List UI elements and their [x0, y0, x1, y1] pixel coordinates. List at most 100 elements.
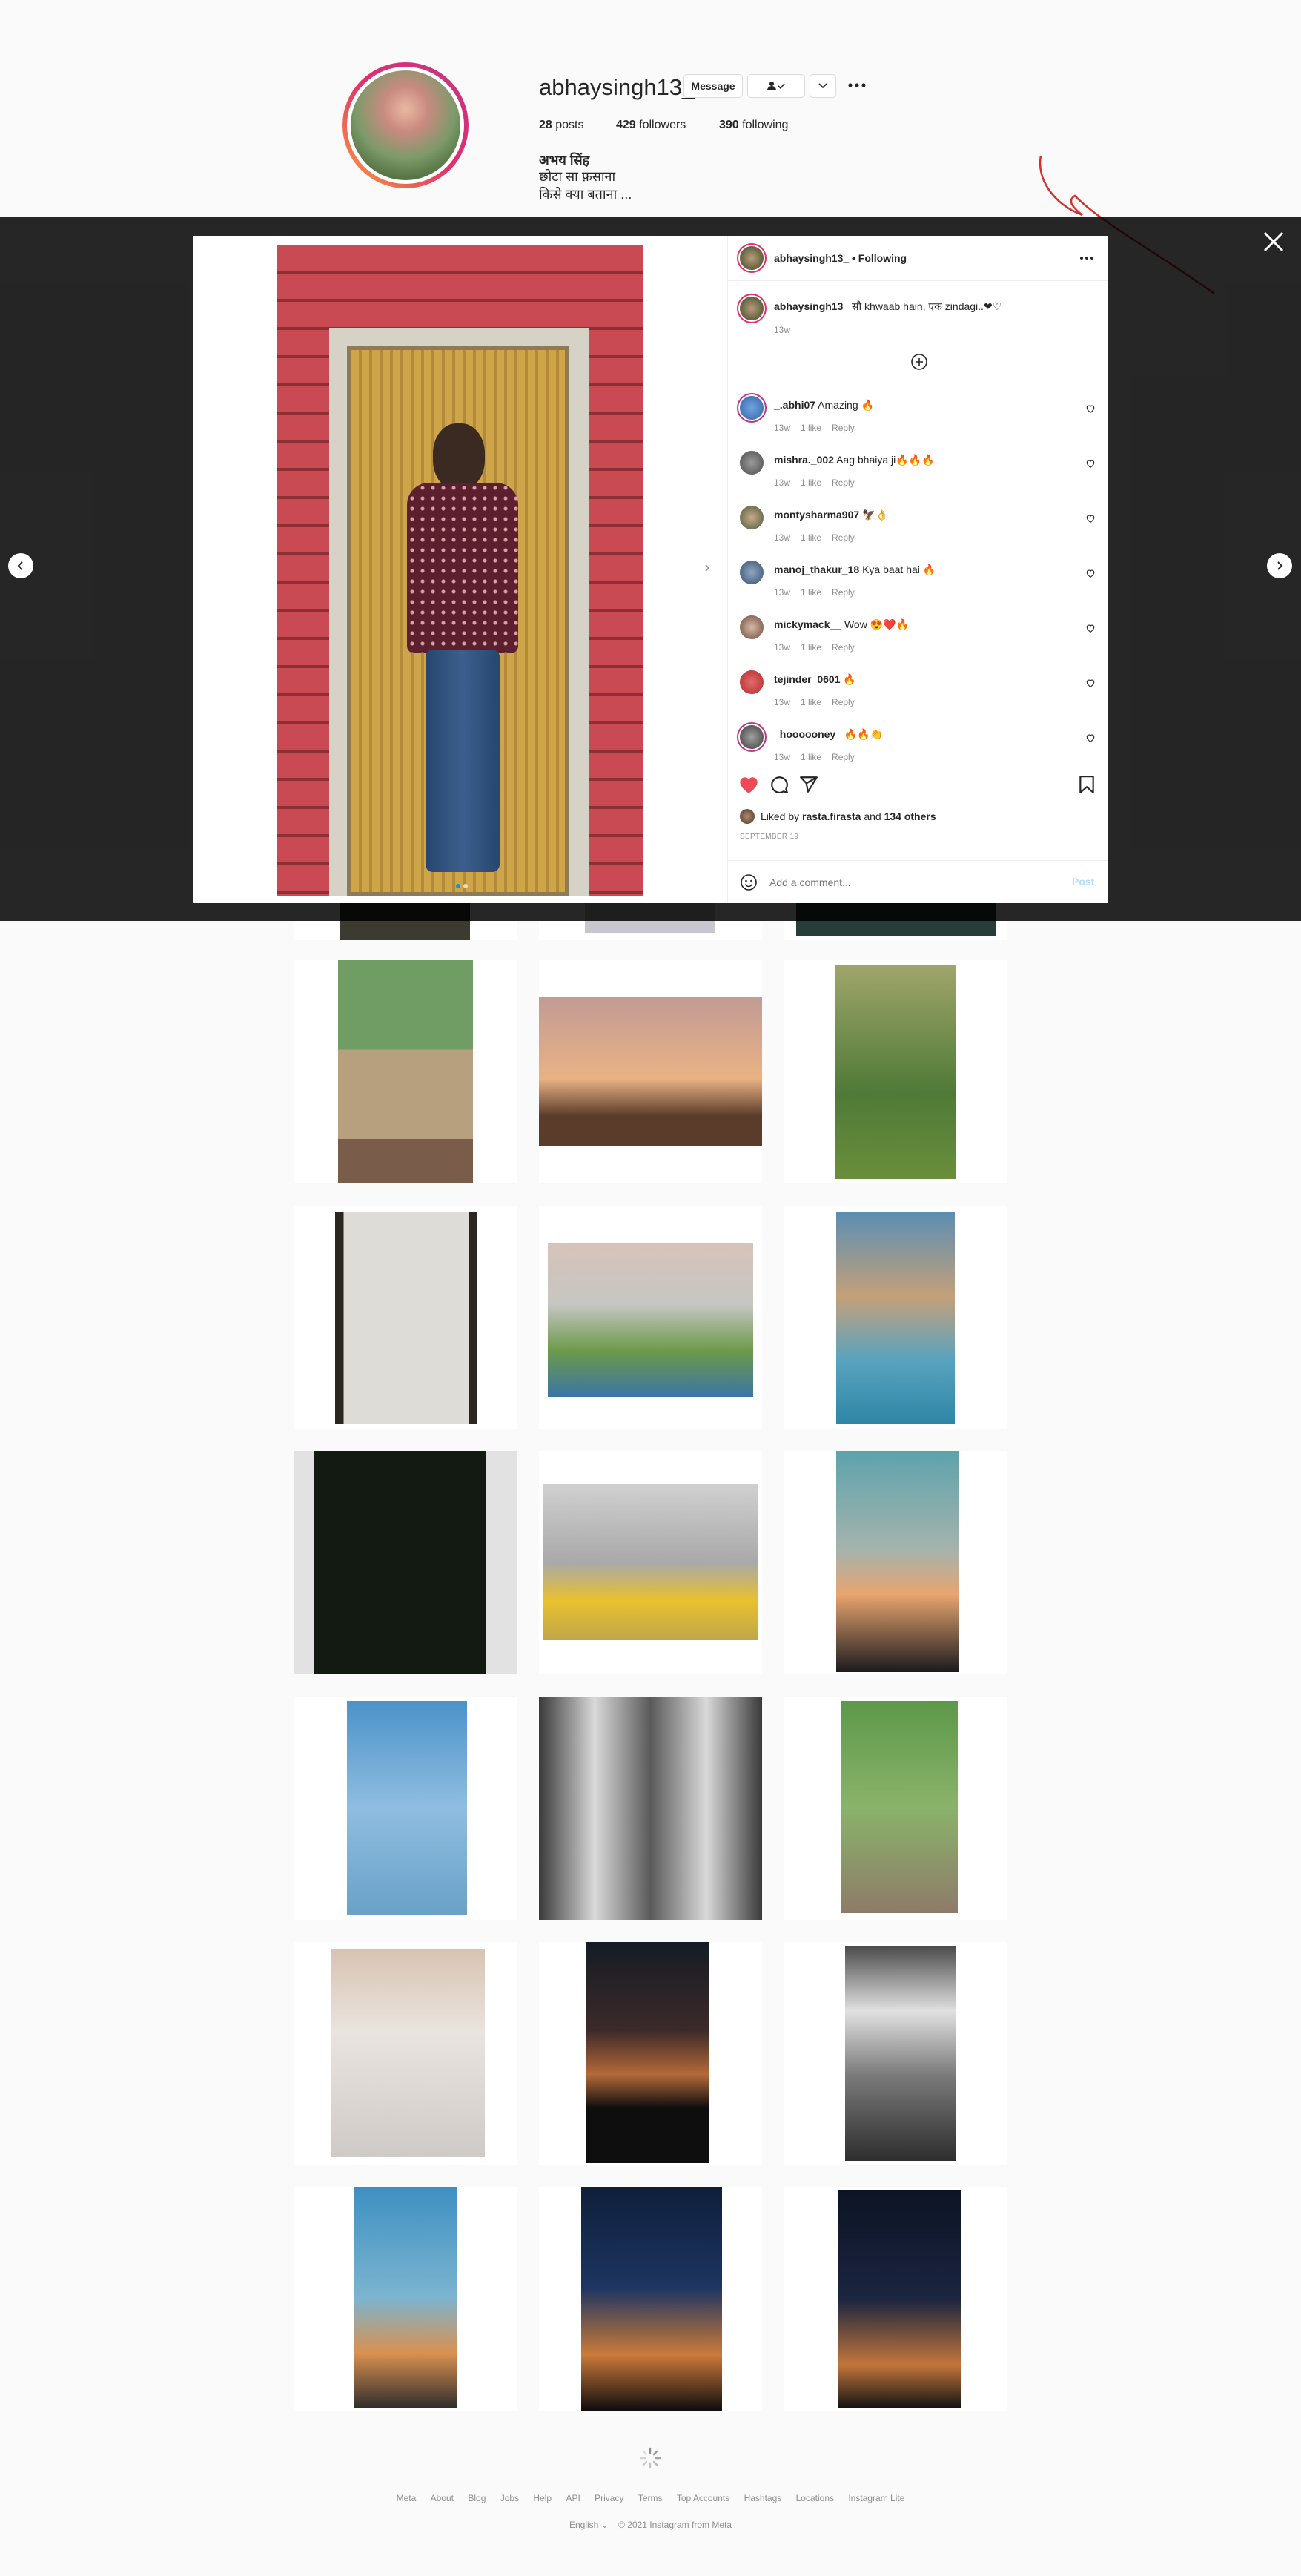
- comment-reply[interactable]: Reply: [832, 642, 855, 653]
- post-tile[interactable]: [294, 1942, 517, 2165]
- post-tile[interactable]: [539, 2187, 762, 2411]
- heart-icon[interactable]: [1085, 403, 1096, 414]
- footer-link[interactable]: Terms: [638, 2493, 663, 2503]
- author-avatar[interactable]: [740, 246, 764, 270]
- footer-link[interactable]: About: [431, 2493, 454, 2503]
- post-tile[interactable]: [294, 1451, 517, 1674]
- post-tile[interactable]: [784, 960, 1007, 1183]
- post-tile[interactable]: [294, 1206, 517, 1429]
- author-username[interactable]: abhaysingh13_: [774, 252, 849, 264]
- commenter-avatar[interactable]: [740, 451, 764, 475]
- carousel-next-button[interactable]: [698, 558, 717, 578]
- post-tile[interactable]: [539, 1451, 762, 1674]
- commenter-avatar[interactable]: [740, 615, 764, 639]
- comment-reply[interactable]: Reply: [832, 587, 855, 598]
- footer-link[interactable]: Instagram Lite: [848, 2493, 904, 2503]
- footer-link[interactable]: Meta: [397, 2493, 417, 2503]
- commenter-username[interactable]: tejinder_0601: [774, 673, 841, 685]
- post-tile[interactable]: [294, 2187, 517, 2411]
- emoji-icon[interactable]: [740, 873, 758, 891]
- liked-by-user[interactable]: rasta.firasta: [802, 810, 861, 822]
- caption-text: सौ khwaab hain, एक zindagi..❤♡: [852, 300, 1002, 312]
- footer-link[interactable]: API: [566, 2493, 580, 2503]
- caption-avatar[interactable]: [740, 297, 764, 320]
- footer-link[interactable]: Hashtags: [744, 2493, 782, 2503]
- comment-likes[interactable]: 1 like: [801, 697, 821, 707]
- more-icon[interactable]: [1079, 255, 1094, 261]
- commenter-avatar[interactable]: [740, 561, 764, 584]
- share-icon[interactable]: [799, 775, 818, 794]
- post-tile[interactable]: [294, 960, 517, 1183]
- footer-link[interactable]: Blog: [468, 2493, 486, 2503]
- footer-link[interactable]: Jobs: [500, 2493, 519, 2503]
- posts-count: 28: [539, 119, 552, 131]
- following-status[interactable]: • Following: [852, 252, 907, 264]
- heart-icon[interactable]: [1085, 568, 1096, 578]
- footer-link[interactable]: Privacy: [595, 2493, 623, 2503]
- comment-reply[interactable]: Reply: [832, 532, 855, 543]
- post-tile[interactable]: [294, 1697, 517, 1920]
- post-tile[interactable]: [784, 1942, 1007, 2165]
- liked-by-others[interactable]: 134 others: [884, 810, 936, 822]
- following-button[interactable]: [747, 74, 805, 98]
- post-tile[interactable]: [784, 2187, 1007, 2411]
- heart-icon[interactable]: [1085, 458, 1096, 469]
- add-circle-icon[interactable]: [910, 353, 928, 371]
- user-check-icon: [767, 82, 785, 90]
- comment-time: 13w: [774, 642, 791, 653]
- commenter-username[interactable]: mickymack__: [774, 618, 841, 630]
- post-tile[interactable]: [784, 1697, 1007, 1920]
- commenter-avatar[interactable]: [740, 506, 764, 529]
- comment-likes[interactable]: 1 like: [801, 752, 821, 762]
- comment-reply[interactable]: Reply: [832, 423, 855, 433]
- post-tile[interactable]: [539, 1206, 762, 1429]
- close-icon[interactable]: [1260, 228, 1287, 255]
- footer-link[interactable]: Top Accounts: [677, 2493, 729, 2503]
- heart-icon[interactable]: [1085, 623, 1096, 633]
- post-tile[interactable]: [539, 1697, 762, 1920]
- footer-link[interactable]: Help: [533, 2493, 552, 2503]
- commenter-username[interactable]: montysharma907: [774, 509, 859, 521]
- profile-options-button[interactable]: [847, 79, 867, 92]
- post-tile[interactable]: [539, 1942, 762, 2165]
- comment-likes[interactable]: 1 like: [801, 642, 821, 653]
- heart-icon[interactable]: [1085, 678, 1096, 688]
- previous-post-button[interactable]: [8, 553, 33, 578]
- liked-by-avatar[interactable]: [740, 809, 755, 824]
- message-button[interactable]: Message: [683, 74, 743, 98]
- commenter-avatar[interactable]: [740, 396, 764, 420]
- comment-likes[interactable]: 1 like: [801, 587, 821, 598]
- language-select[interactable]: English ⌄: [569, 2520, 609, 2530]
- commenter-username[interactable]: _.abhi07: [774, 399, 815, 411]
- post-comment-button[interactable]: Post: [1072, 876, 1094, 888]
- comment-likes[interactable]: 1 like: [801, 532, 821, 543]
- profile-avatar[interactable]: [342, 62, 469, 188]
- comment-reply[interactable]: Reply: [832, 752, 855, 762]
- caption-username[interactable]: abhaysingh13_: [774, 300, 849, 312]
- add-comment-input[interactable]: [768, 871, 1053, 894]
- commenter-avatar[interactable]: [740, 670, 764, 694]
- comment-likes[interactable]: 1 like: [801, 478, 821, 488]
- followers-stat[interactable]: 429 followers: [616, 119, 686, 132]
- heart-icon[interactable]: [1085, 513, 1096, 524]
- comment-icon[interactable]: [769, 775, 789, 794]
- post-tile[interactable]: [539, 960, 762, 1183]
- post-photo[interactable]: [277, 245, 643, 896]
- comment-likes[interactable]: 1 like: [801, 423, 821, 433]
- suggested-dropdown-button[interactable]: [810, 74, 836, 98]
- following-stat[interactable]: 390 following: [719, 119, 788, 132]
- bookmark-icon[interactable]: [1078, 775, 1096, 794]
- commenter-username[interactable]: manoj_thakur_18: [774, 564, 859, 575]
- footer-link[interactable]: Locations: [796, 2493, 834, 2503]
- post-tile[interactable]: [784, 1206, 1007, 1429]
- heart-icon[interactable]: [1085, 733, 1096, 743]
- comment-reply[interactable]: Reply: [832, 697, 855, 707]
- next-post-button[interactable]: [1267, 553, 1292, 578]
- comment-reply[interactable]: Reply: [832, 478, 855, 488]
- comment-body: mickymack__ Wow 😍❤️🔥: [774, 618, 909, 631]
- commenter-username[interactable]: _hoooooney_: [774, 728, 841, 740]
- heart-icon[interactable]: [738, 775, 759, 794]
- commenter-username[interactable]: mishra._002: [774, 454, 834, 466]
- commenter-avatar[interactable]: [740, 725, 764, 749]
- post-tile[interactable]: [784, 1451, 1007, 1674]
